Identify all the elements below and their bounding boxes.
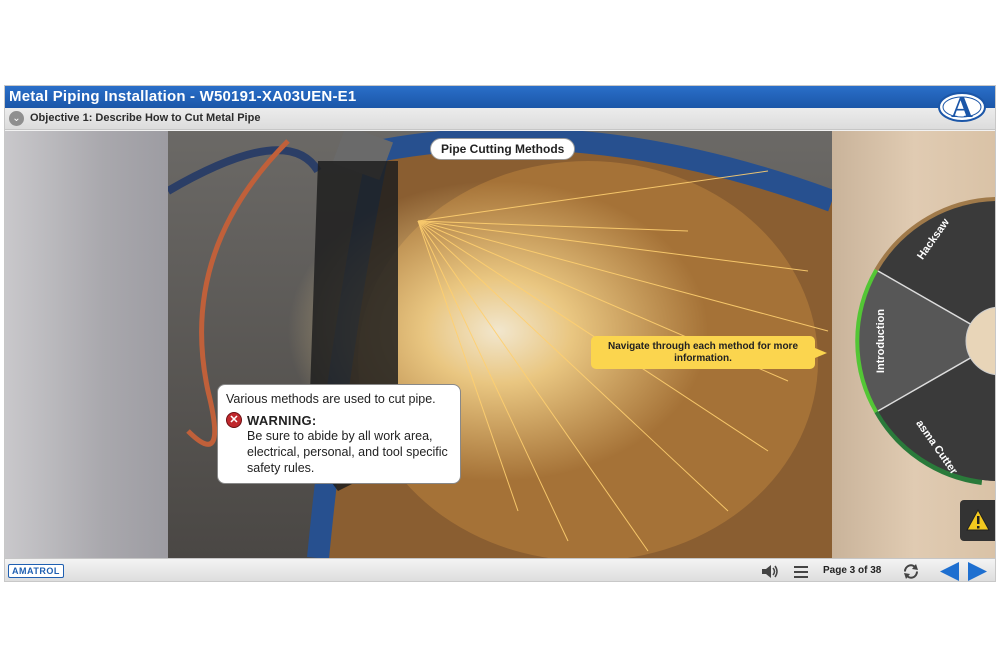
objective-title: Objective 1: Describe How to Cut Metal P…: [30, 112, 261, 124]
info-intro-text: Various methods are used to cut pipe.: [226, 392, 436, 406]
method-wheel-panel: Hacksaw Introduction asma Cutter: [832, 131, 995, 558]
course-window: Metal Piping Installation - W50191-XA03U…: [4, 85, 996, 582]
bottom-toolbar: AMATROL Page 3 of 38: [5, 558, 995, 581]
warning-header: ✕ WARNING:: [226, 412, 452, 428]
slide-heading: Pipe Cutting Methods: [430, 138, 576, 160]
callout-arrow-icon: [815, 348, 827, 358]
warning-title: WARNING:: [247, 412, 317, 428]
safety-warning-button[interactable]: [960, 500, 995, 541]
course-title: Metal Piping Installation - W50191-XA03U…: [9, 88, 357, 105]
slide-stage: Hacksaw Introduction asma Cutter Pipe Cu…: [5, 131, 995, 558]
warning-text: Be sure to abide by all work area, elect…: [247, 429, 448, 475]
replay-refresh-icon[interactable]: [901, 563, 921, 580]
next-page-arrow-icon[interactable]: [967, 561, 989, 581]
amatrol-brand-logo: AMATROL: [8, 564, 64, 578]
warning-x-icon: ✕: [226, 412, 242, 428]
objective-bar: ⌄ Objective 1: Describe How to Cut Metal…: [5, 108, 995, 130]
title-bar: Metal Piping Installation - W50191-XA03U…: [5, 86, 995, 108]
wheel-segment-introduction[interactable]: Introduction: [875, 309, 887, 373]
audio-speaker-icon[interactable]: [760, 563, 780, 580]
info-textbox: Various methods are used to cut pipe. ✕ …: [217, 384, 461, 484]
previous-page-arrow-icon[interactable]: [938, 561, 960, 581]
amatrol-a-logo-icon: A: [937, 88, 987, 124]
objective-toggle-chevron-down-icon[interactable]: ⌄: [9, 111, 24, 126]
svg-text:A: A: [951, 91, 973, 124]
navigate-hint-callout: Navigate through each method for more in…: [591, 336, 815, 369]
page-indicator: Page 3 of 38: [823, 565, 882, 576]
left-blur-panel: [5, 131, 168, 558]
menu-hamburger-icon[interactable]: [793, 563, 809, 580]
